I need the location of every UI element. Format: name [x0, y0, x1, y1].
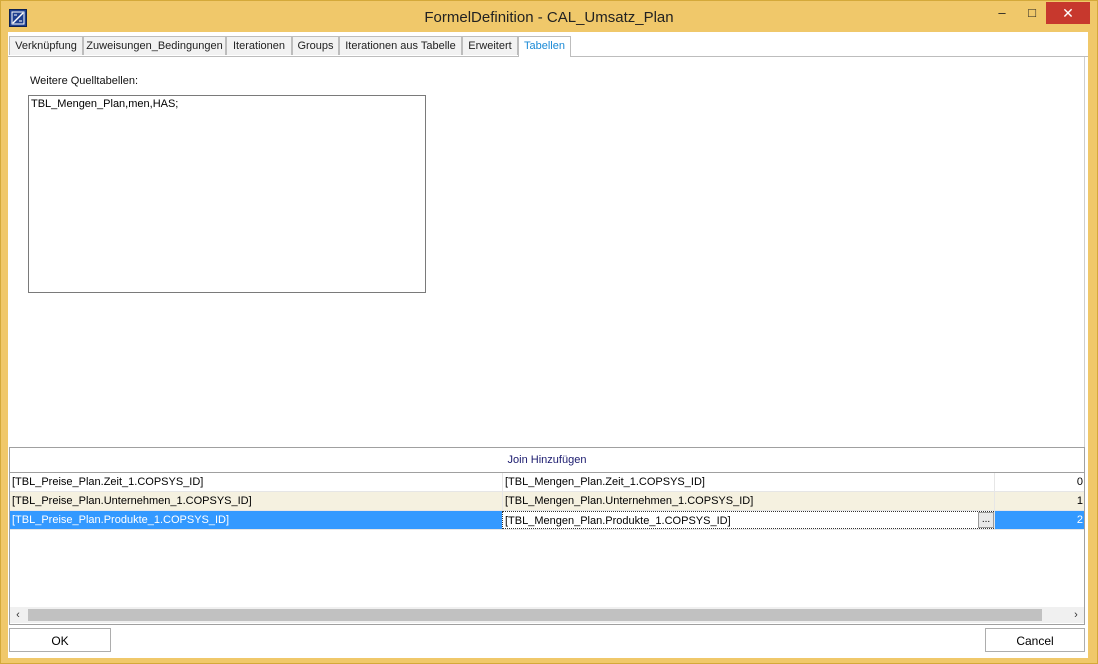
title-bar[interactable]: FormelDefinition - CAL_Umsatz_Plan – □ ✕	[1, 1, 1097, 31]
tab-iterationen-aus-tabelle[interactable]: Iterationen aus Tabelle	[339, 36, 462, 55]
quelltabellen-textarea[interactable]: TBL_Mengen_Plan,men,HAS;	[28, 95, 426, 293]
scroll-right-icon[interactable]: ›	[1068, 607, 1084, 623]
tab-strip: Verknüpfung Zuweisungen_Bedingungen Iter…	[8, 36, 1088, 57]
dialog-client-area: Verknüpfung Zuweisungen_Bedingungen Iter…	[8, 32, 1088, 658]
join-left-cell[interactable]: [TBL_Preise_Plan.Zeit_1.COPSYS_ID]	[12, 473, 500, 491]
join-row[interactable]: [TBL_Preise_Plan.Zeit_1.COPSYS_ID] [TBL_…	[10, 473, 1084, 492]
horizontal-scrollbar[interactable]: ‹ ›	[10, 607, 1084, 623]
ok-button[interactable]: OK	[9, 628, 111, 652]
window-title: FormelDefinition - CAL_Umsatz_Plan	[424, 9, 674, 26]
join-grid: Join Hinzufügen [TBL_Preise_Plan.Zeit_1.…	[9, 447, 1085, 625]
dialog-footer: OK Cancel	[8, 626, 1088, 658]
join-hinzufuegen-button[interactable]: Join Hinzufügen	[10, 448, 1084, 473]
join-right-cell-editing[interactable]: [TBL_Mengen_Plan.Produkte_1.COPSYS_ID]	[502, 511, 994, 529]
close-button[interactable]: ✕	[1046, 2, 1090, 24]
maximize-button[interactable]: □	[1017, 2, 1047, 24]
quelltabellen-label: Weitere Quelltabellen:	[30, 75, 139, 87]
formel-definition-window: FormelDefinition - CAL_Umsatz_Plan – □ ✕…	[0, 0, 1098, 664]
join-row[interactable]: [TBL_Preise_Plan.Unternehmen_1.COPSYS_ID…	[10, 492, 1084, 511]
join-index-cell: 1	[994, 492, 1084, 510]
tab-erweitert[interactable]: Erweitert	[462, 36, 518, 55]
tab-verknuepfung[interactable]: Verknüpfung	[9, 36, 83, 55]
scroll-left-icon[interactable]: ‹	[10, 607, 26, 623]
join-index-cell: 2	[994, 511, 1084, 529]
join-index-cell: 0	[994, 473, 1084, 491]
tab-tabellen[interactable]: Tabellen	[518, 36, 571, 57]
minimize-button[interactable]: –	[987, 2, 1017, 24]
tabellen-panel: Weitere Quelltabellen: TBL_Mengen_Plan,m…	[8, 57, 1085, 475]
tab-iterationen[interactable]: Iterationen	[226, 36, 292, 55]
join-row-selected[interactable]: [TBL_Preise_Plan.Produkte_1.COPSYS_ID] […	[10, 511, 1084, 530]
ellipsis-button[interactable]: ...	[978, 512, 994, 528]
join-left-cell[interactable]: [TBL_Preise_Plan.Produkte_1.COPSYS_ID]	[12, 511, 500, 529]
join-right-cell[interactable]: [TBL_Mengen_Plan.Unternehmen_1.COPSYS_ID…	[502, 492, 994, 510]
scroll-thumb[interactable]	[28, 609, 1042, 621]
cancel-button[interactable]: Cancel	[985, 628, 1085, 652]
join-left-cell[interactable]: [TBL_Preise_Plan.Unternehmen_1.COPSYS_ID…	[12, 492, 500, 510]
tab-zuweisungen-bedingungen[interactable]: Zuweisungen_Bedingungen	[83, 36, 226, 55]
tab-groups[interactable]: Groups	[292, 36, 339, 55]
join-right-cell[interactable]: [TBL_Mengen_Plan.Zeit_1.COPSYS_ID]	[502, 473, 994, 491]
